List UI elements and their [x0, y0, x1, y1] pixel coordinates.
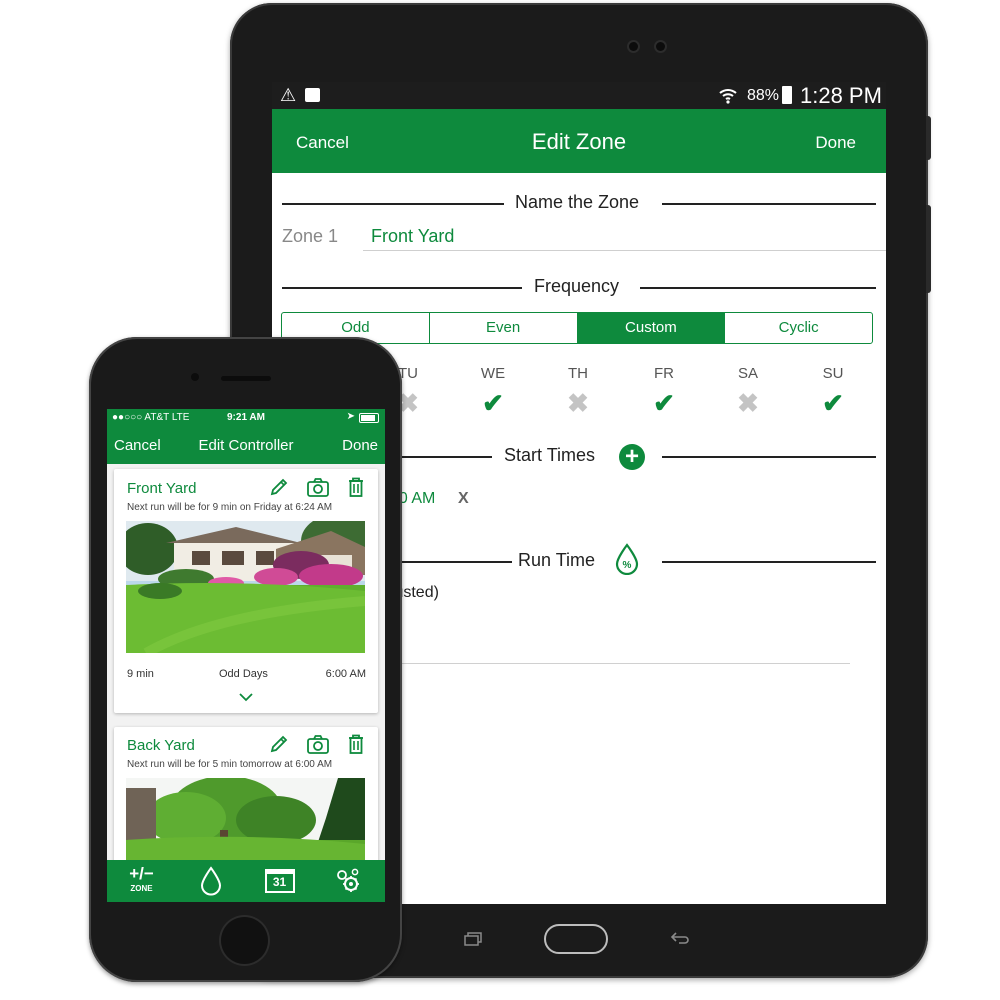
tab-settings[interactable]	[314, 860, 383, 902]
tab-zone-label: ZONE	[130, 884, 153, 893]
zone-card[interactable]: Front Yard Next run will be for 9 min on…	[114, 469, 378, 713]
phone-clock: 9:21 AM	[227, 412, 265, 423]
battery-icon	[359, 413, 379, 423]
bottom-tab-bar: +/− ZONE 31	[107, 860, 385, 902]
page-title: Edit Zone	[531, 129, 627, 154]
tablet-volume-key[interactable]	[926, 205, 931, 293]
x-icon[interactable]: ✖	[558, 390, 598, 416]
edit-zone-header: Cancel Edit Zone Done	[272, 109, 886, 173]
phone-home-button[interactable]	[221, 917, 268, 964]
frequency-section-header: Frequency	[282, 276, 876, 298]
battery-percent: 88%	[747, 87, 780, 104]
section-title: Run Time	[518, 550, 596, 570]
name-zone-section-header: Name the Zone	[282, 192, 876, 214]
zone-number-label: Zone 1	[282, 226, 339, 246]
done-button[interactable]: Done	[342, 437, 378, 454]
day-label-th: TH	[568, 365, 588, 382]
zone-duration: 9 min	[127, 668, 154, 680]
trash-icon[interactable]	[346, 733, 366, 760]
calendar-day: 31	[272, 875, 287, 889]
day-label-fr: FR	[654, 365, 674, 382]
gears-icon	[334, 868, 364, 900]
day-label-su: SU	[822, 365, 844, 382]
tablet-status-bar: ⚠ 88% 1:28 PM	[272, 82, 886, 109]
zone-actions	[268, 476, 366, 503]
section-title: Frequency	[534, 276, 620, 296]
section-title: Start Times	[504, 445, 596, 465]
frequency-option-even[interactable]: Even	[430, 313, 578, 343]
divider	[382, 663, 850, 664]
plus-minus-icon: +/−	[129, 864, 154, 883]
checkmark-icon[interactable]: ✔	[644, 390, 684, 416]
pencil-icon[interactable]	[268, 476, 290, 503]
zone-name[interactable]: Front Yard	[127, 480, 196, 497]
pencil-icon[interactable]	[268, 733, 290, 760]
phone-speaker	[221, 376, 271, 381]
back-icon[interactable]	[670, 931, 690, 950]
phone-camera	[191, 373, 199, 381]
svg-text:%: %	[623, 560, 632, 571]
tab-water[interactable]	[176, 860, 245, 902]
next-run-text: Next run will be for 5 min tomorrow at 6…	[127, 759, 333, 770]
location-icon: ➤	[346, 411, 355, 422]
day-label-sa: SA	[737, 365, 758, 382]
zone-name[interactable]: Back Yard	[127, 737, 195, 754]
tab-zone[interactable]: +/− ZONE	[107, 860, 176, 902]
tablet-sensor	[656, 42, 665, 51]
zone-frequency: Odd Days	[219, 668, 268, 680]
edit-controller-header: Cancel Edit Controller Done	[107, 426, 385, 464]
clipboard-icon	[305, 88, 320, 102]
warning-icon: ⚠	[280, 85, 297, 105]
tab-calendar[interactable]: 31	[245, 860, 314, 902]
zone-name-input[interactable]	[363, 222, 886, 251]
next-run-text: Next run will be for 9 min on Friday at …	[127, 502, 333, 513]
tablet-power-key[interactable]	[926, 116, 931, 160]
frequency-option-cyclic[interactable]: Cyclic	[725, 313, 872, 343]
frequency-option-custom[interactable]: Custom	[577, 313, 726, 343]
checkmark-icon[interactable]: ✔	[813, 390, 853, 416]
tablet-camera	[629, 42, 638, 51]
calendar-icon: 31	[264, 869, 295, 893]
water-percent-icon[interactable]: %	[614, 543, 640, 580]
water-drop-icon	[199, 866, 223, 900]
phone-screen: ●●○○○ AT&T LTE 9:21 AM ➤ Cancel Edit Con…	[107, 409, 385, 902]
add-start-time-button[interactable]: +	[619, 444, 645, 470]
battery-icon	[782, 86, 792, 104]
home-button[interactable]	[544, 924, 608, 954]
phone-status-bar: ●●○○○ AT&T LTE 9:21 AM ➤	[107, 409, 385, 426]
done-button[interactable]: Done	[815, 133, 856, 153]
checkmark-icon[interactable]: ✔	[473, 390, 513, 416]
zone-actions	[268, 733, 366, 760]
chevron-down-icon[interactable]	[114, 689, 378, 705]
remove-start-time-button[interactable]: X	[458, 490, 469, 508]
wifi-icon	[718, 86, 738, 109]
section-title: Name the Zone	[515, 192, 640, 212]
recent-apps-icon[interactable]	[463, 932, 483, 951]
tablet-clock: 1:28 PM	[800, 83, 882, 108]
day-label-we: WE	[480, 365, 506, 382]
front-yard-photo	[126, 521, 365, 653]
camera-icon[interactable]	[306, 476, 330, 503]
camera-icon[interactable]	[306, 733, 330, 760]
trash-icon[interactable]	[346, 476, 366, 503]
x-icon[interactable]: ✖	[728, 390, 768, 416]
zone-start-time: 6:00 AM	[325, 668, 366, 680]
